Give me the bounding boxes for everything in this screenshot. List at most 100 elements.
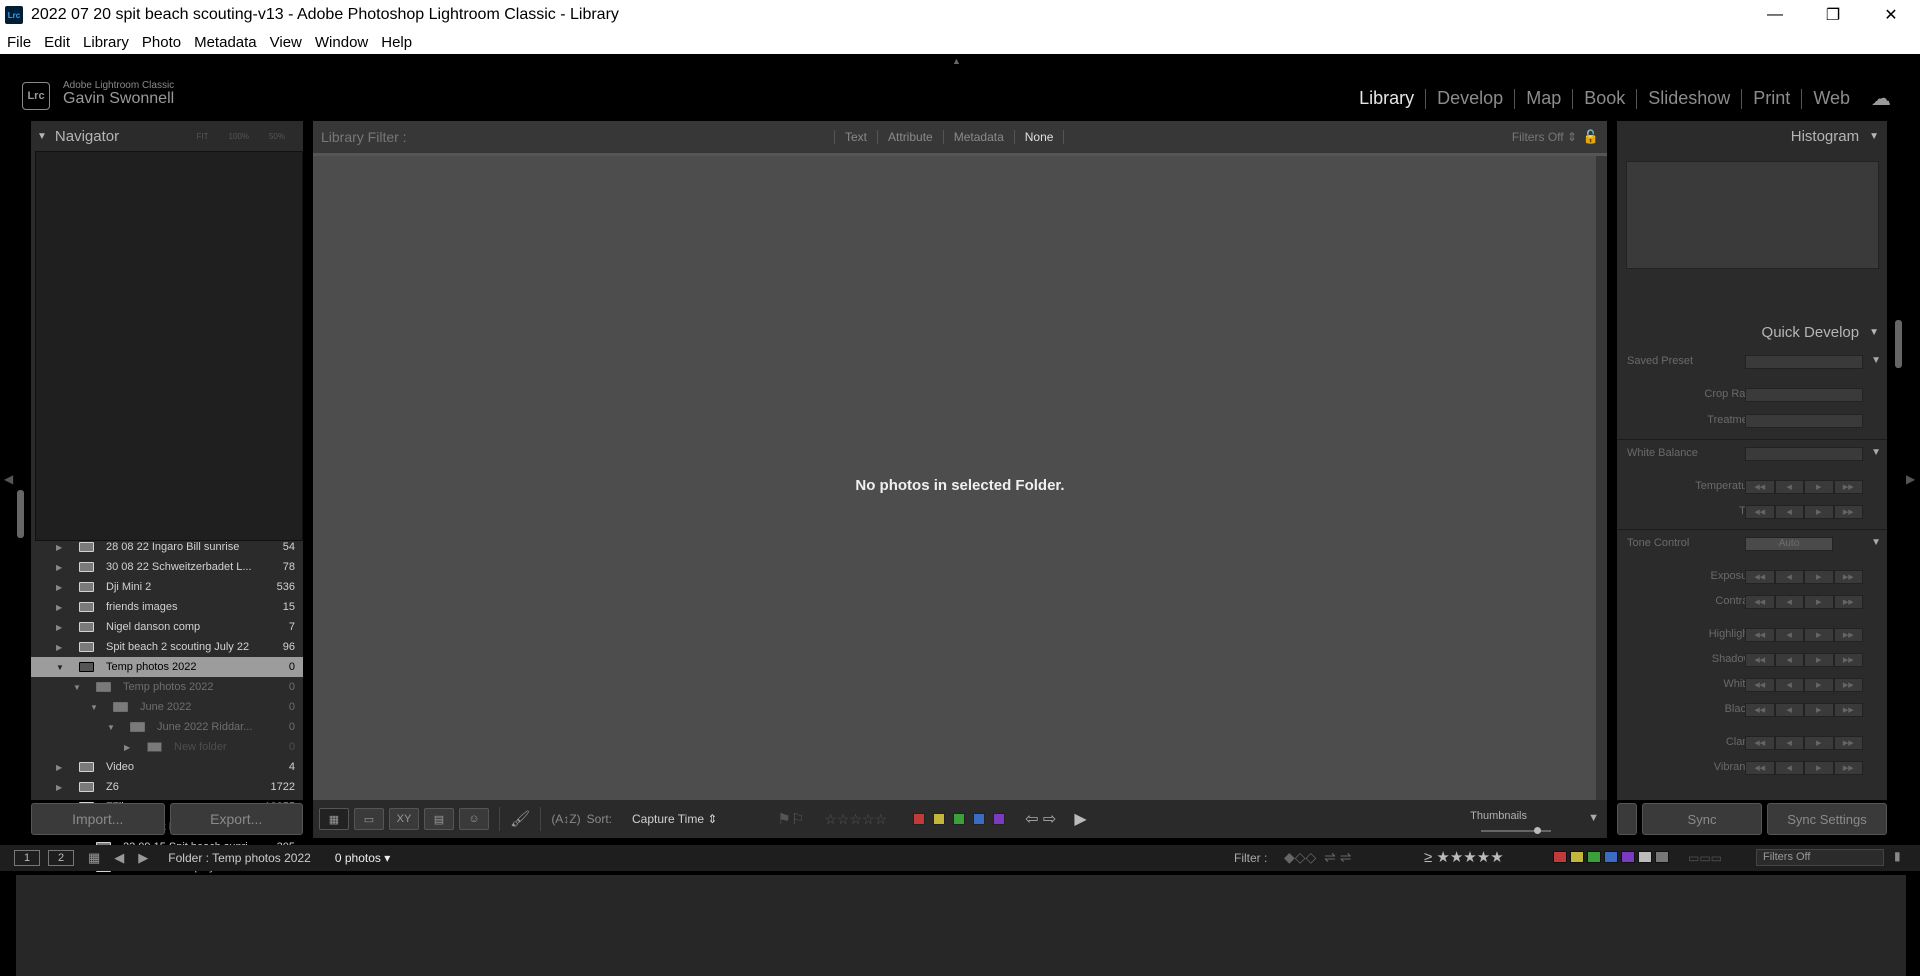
filter-preset-dropdown[interactable]: Filters Off ⇕ <box>1512 130 1577 144</box>
folder-row[interactable]: ▼ Temp photos 2022 0 <box>31 657 303 677</box>
minimize-button[interactable]: — <box>1746 0 1804 30</box>
sort-dropdown[interactable]: Capture Time ⇕ <box>632 812 717 826</box>
flag-icon[interactable]: ⚑⚐ <box>777 810 804 828</box>
collapsed-triangle-icon[interactable]: ▶ <box>56 623 62 632</box>
thumbnail-size-slider[interactable] <box>1481 827 1551 834</box>
folder-row[interactable]: ▶ Dji Mini 2 536 <box>31 577 303 597</box>
zoom-fit[interactable]: FIT <box>197 132 209 141</box>
menu-window[interactable]: Window <box>308 34 374 51</box>
filter-text[interactable]: Text <box>834 130 877 144</box>
color-filter-custom[interactable] <box>1638 851 1652 863</box>
left-panel-scrollbar[interactable] <box>17 490 24 538</box>
module-print[interactable]: Print <box>1742 88 1801 109</box>
collapsed-triangle-icon[interactable]: ▶ <box>56 763 62 772</box>
sync-settings-button[interactable]: Sync Settings <box>1767 803 1887 835</box>
right-panel-scrollbar[interactable] <box>1895 320 1902 368</box>
collapsed-triangle-icon[interactable]: ▶ <box>56 563 62 572</box>
exposure-buttons[interactable]: ◀◀ ◀ ▶ ▶▶ <box>1745 570 1863 584</box>
prev-next-arrows[interactable]: ⇦ ⇨ <box>1025 809 1056 829</box>
toolbar-menu-icon[interactable]: ▼ <box>1588 812 1599 824</box>
left-panel-toggle-icon[interactable]: ◀ <box>4 472 13 486</box>
flag-filter-icon[interactable]: ◆◇◇ ⇌ ⇌ <box>1284 849 1351 866</box>
star-filter[interactable]: ≥ ★★★★★ <box>1424 848 1504 866</box>
collapsed-triangle-icon[interactable]: ▶ <box>56 543 62 552</box>
filter-none[interactable]: None <box>1013 130 1065 144</box>
color-label-purple[interactable] <box>993 813 1006 825</box>
grid-scrollbar[interactable] <box>1596 156 1607 800</box>
folder-row[interactable]: ▶ New folder 0 <box>31 737 303 757</box>
module-slideshow[interactable]: Slideshow <box>1637 88 1741 109</box>
clarity-buttons[interactable]: ◀◀ ◀ ▶ ▶▶ <box>1745 736 1863 750</box>
color-filter-red[interactable] <box>1553 851 1567 863</box>
module-develop[interactable]: Develop <box>1426 88 1514 109</box>
rating-stars[interactable]: ☆☆☆☆☆ <box>824 811 887 828</box>
sync-toggle-switch[interactable] <box>1617 803 1637 835</box>
source-breadcrumb[interactable]: Folder : Temp photos 2022 <box>168 851 311 865</box>
menu-help[interactable]: Help <box>374 34 418 51</box>
kind-filter-icon[interactable]: ▭▭▭ <box>1688 851 1722 865</box>
expanded-triangle-icon[interactable]: ▼ <box>107 723 115 732</box>
collapsed-triangle-icon[interactable]: ▶ <box>56 583 62 592</box>
module-web[interactable]: Web <box>1802 88 1861 109</box>
filter-attribute[interactable]: Attribute <box>877 130 943 144</box>
screen-1-button[interactable]: 1 <box>14 850 40 866</box>
folder-row[interactable]: ▶ 28 08 22 Ingaro Bill sunrise 54 <box>31 537 303 557</box>
loupe-view-icon[interactable]: ▭ <box>354 808 384 830</box>
zoom-50[interactable]: 50% <box>269 132 285 141</box>
survey-view-icon[interactable]: ▤ <box>424 808 454 830</box>
expand-triangle-icon[interactable]: ▼ <box>1871 537 1881 548</box>
color-label-blue[interactable] <box>973 813 986 825</box>
folder-row[interactable]: ▶ Z6 1722 <box>31 777 303 797</box>
collapsed-triangle-icon[interactable]: ▶ <box>56 643 62 652</box>
temperature-buttons[interactable]: ◀◀ ◀ ▶ ▶▶ <box>1745 480 1863 494</box>
collapsed-triangle-icon[interactable]: ▶ <box>56 603 62 612</box>
module-library[interactable]: Library <box>1348 88 1425 109</box>
filter-metadata[interactable]: Metadata <box>942 130 1014 144</box>
sort-direction-icon[interactable]: (A↕Z) <box>551 812 580 826</box>
people-view-icon[interactable]: ☺ <box>459 808 489 830</box>
right-panel-toggle-icon[interactable]: ▶ <box>1906 472 1915 486</box>
menu-view[interactable]: View <box>263 34 308 51</box>
collapsed-triangle-icon[interactable]: ▶ <box>124 743 130 752</box>
color-filter-purple[interactable] <box>1621 851 1635 863</box>
zoom-100[interactable]: 100% <box>229 132 249 141</box>
color-label-yellow[interactable] <box>933 813 946 825</box>
folder-row[interactable]: ▶ Video 4 <box>31 757 303 777</box>
sync-button[interactable]: Sync <box>1642 803 1762 835</box>
expand-triangle-icon[interactable]: ▼ <box>1871 355 1881 366</box>
menu-photo[interactable]: Photo <box>135 34 187 51</box>
treatment-dropdown[interactable] <box>1745 414 1863 428</box>
navigator-header[interactable]: ▼ Navigator FIT 100% 50% <box>31 121 303 151</box>
photo-count-dropdown[interactable]: 0 photos ▾ <box>335 851 390 865</box>
collapse-top-arrow[interactable]: ▲ <box>952 56 961 66</box>
folder-row[interactable]: ▶ friends images 15 <box>31 597 303 617</box>
folder-row[interactable]: ▼ June 2022 Riddar... 0 <box>31 717 303 737</box>
lock-icon[interactable]: 🔓 <box>1583 129 1599 145</box>
close-button[interactable]: ✕ <box>1862 0 1920 30</box>
color-label-red[interactable] <box>913 813 926 825</box>
saved-preset-dropdown[interactable] <box>1745 355 1863 369</box>
histogram-header[interactable]: Histogram ▼ <box>1617 121 1887 151</box>
play-icon[interactable]: ▶ <box>1074 809 1086 829</box>
painter-icon[interactable]: 🖌 <box>510 809 530 829</box>
whites-buttons[interactable]: ◀◀ ◀ ▶ ▶▶ <box>1745 678 1863 692</box>
color-filter-none[interactable] <box>1655 851 1669 863</box>
blacks-buttons[interactable]: ◀◀ ◀ ▶ ▶▶ <box>1745 703 1863 717</box>
filmstrip[interactable] <box>16 875 1906 976</box>
color-filter-blue[interactable] <box>1604 851 1618 863</box>
folder-row[interactable]: ▶ 30 08 22 Schweitzerbadet L... 78 <box>31 557 303 577</box>
back-arrow-icon[interactable]: ◀ <box>114 850 124 866</box>
menu-edit[interactable]: Edit <box>37 34 76 51</box>
module-map[interactable]: Map <box>1515 88 1572 109</box>
grid-view-icon[interactable]: ▦ <box>319 808 349 830</box>
tint-buttons[interactable]: ◀◀ ◀ ▶ ▶▶ <box>1745 505 1863 519</box>
menu-library[interactable]: Library <box>76 34 135 51</box>
menu-file[interactable]: File <box>0 34 37 51</box>
expand-triangle-icon[interactable]: ▼ <box>1871 447 1881 458</box>
highlights-buttons[interactable]: ◀◀ ◀ ▶ ▶▶ <box>1745 628 1863 642</box>
color-filter-green[interactable] <box>1587 851 1601 863</box>
white-balance-dropdown[interactable] <box>1745 447 1863 461</box>
navigator-preview[interactable] <box>35 151 303 541</box>
import-button[interactable]: Import... <box>31 803 165 835</box>
cloud-icon[interactable]: ☁ <box>1871 86 1891 111</box>
